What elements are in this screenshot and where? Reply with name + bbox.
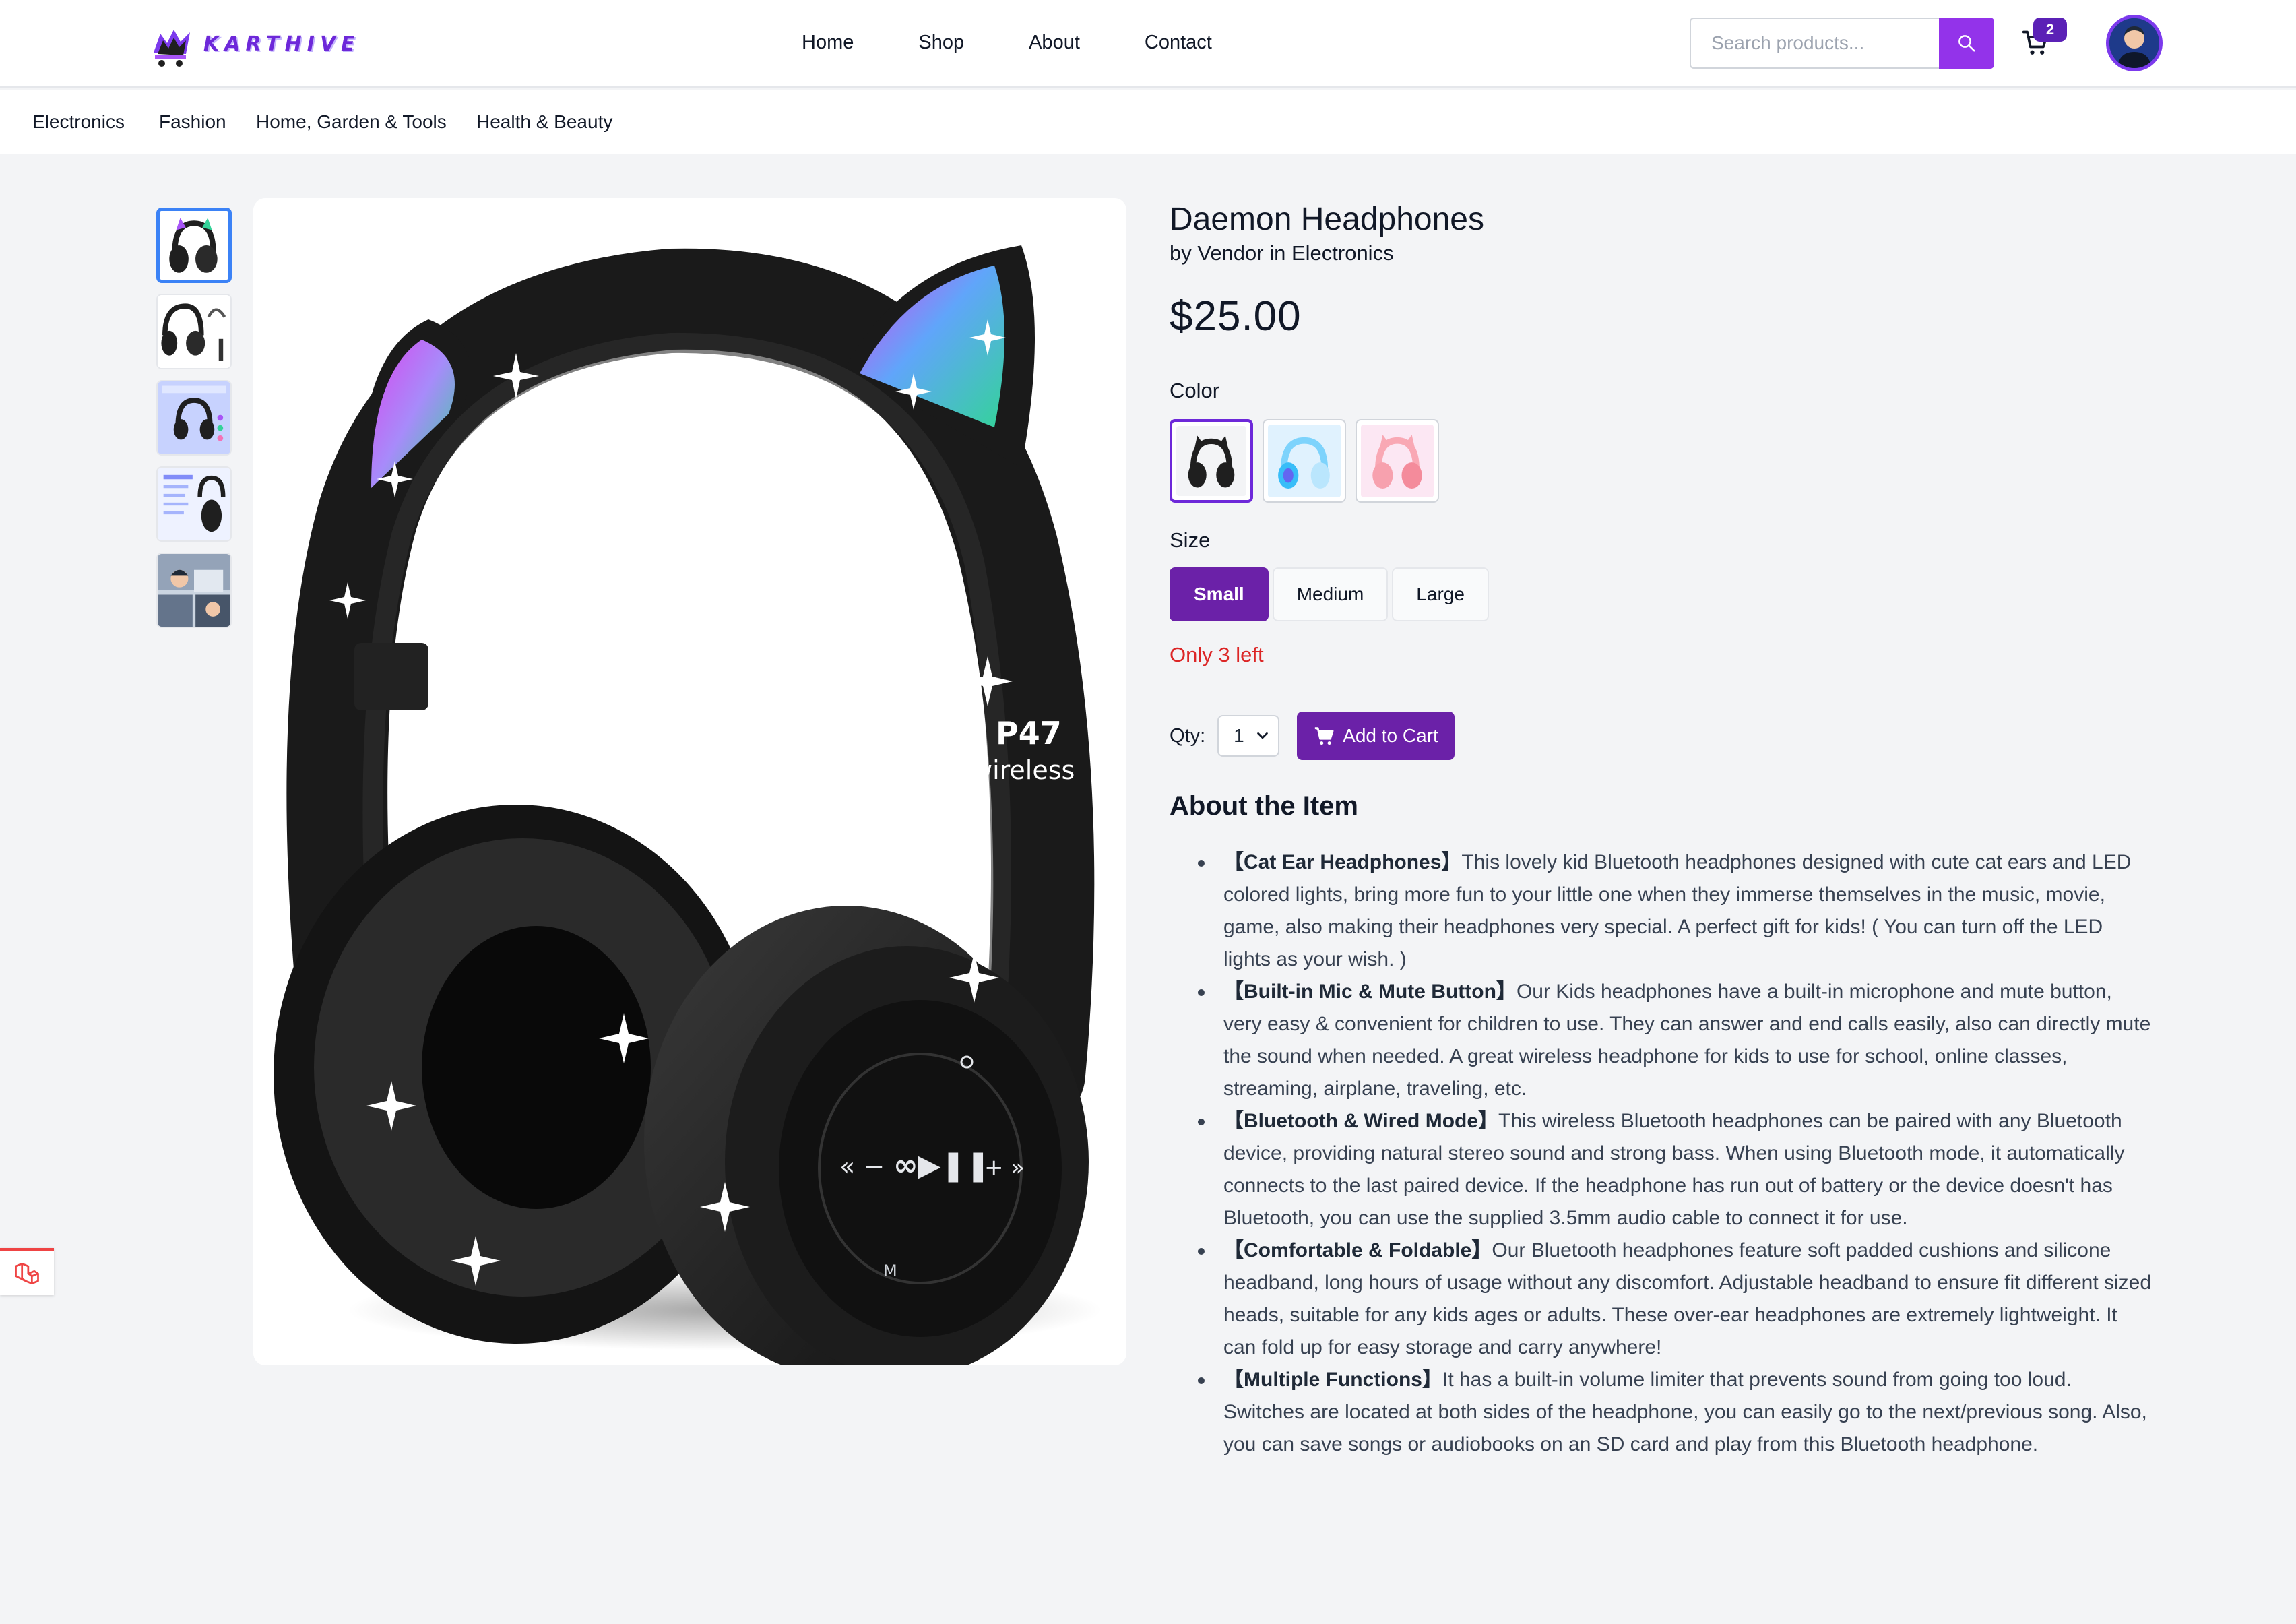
- product-title: Daemon Headphones: [1170, 201, 1484, 237]
- cart-count-badge: 2: [2033, 18, 2067, 42]
- thumbnail-1[interactable]: [156, 208, 232, 283]
- quantity-value: 1: [1234, 725, 1244, 746]
- about-item: 【Multiple Functions】It has a built-in vo…: [1198, 1364, 2153, 1461]
- about-item-heading: 【Multiple Functions】: [1223, 1369, 1442, 1391]
- quantity-select[interactable]: 1: [1217, 715, 1280, 757]
- quantity-row: Qty: 1 Add to Cart: [1170, 712, 1455, 760]
- color-swatch-pink[interactable]: [1356, 419, 1439, 503]
- size-large-button[interactable]: Large: [1392, 567, 1489, 621]
- search-icon: [1958, 35, 1975, 52]
- add-to-cart-label: Add to Cart: [1343, 725, 1438, 746]
- size-medium-button[interactable]: Medium: [1272, 567, 1389, 621]
- category-bar: Electronics Fashion Home, Garden & Tools…: [0, 90, 2296, 154]
- svg-text:+ »: + »: [984, 1154, 1025, 1181]
- stock-status: Only 3 left: [1170, 643, 1264, 666]
- svg-text:M: M: [883, 1261, 897, 1280]
- color-swatch-blue[interactable]: [1263, 419, 1346, 503]
- thumbnail-image: [158, 381, 230, 454]
- thumbnail-4[interactable]: [156, 466, 232, 542]
- swatch-image: [1361, 425, 1434, 497]
- user-avatar[interactable]: [2106, 15, 2163, 71]
- nav-contact[interactable]: Contact: [1145, 27, 1212, 58]
- brand-logo[interactable]: KARTHIVE: [148, 20, 360, 67]
- thumbnail-5[interactable]: [156, 553, 232, 628]
- bullet-icon: [1198, 1119, 1205, 1125]
- bullet-icon: [1198, 989, 1205, 996]
- qty-label: Qty:: [1170, 724, 1206, 747]
- thumbnail-list: [156, 208, 232, 639]
- thumbnail-image: [158, 554, 230, 627]
- search-input[interactable]: [1690, 18, 1939, 69]
- about-item-heading: 【Cat Ear Headphones】: [1223, 851, 1462, 873]
- main-nav: Home Shop About Contact: [802, 27, 1212, 58]
- headphones-illustration: « − ∞▶❚❚ + » M P47 wireless: [253, 198, 1126, 1365]
- size-options: Small Medium Large: [1170, 567, 1489, 621]
- bullet-icon: [1198, 1248, 1205, 1255]
- nav-home[interactable]: Home: [802, 27, 854, 58]
- thumbnail-image: [158, 468, 230, 540]
- product-price: $25.00: [1170, 293, 1302, 340]
- color-swatches: [1170, 419, 1439, 503]
- nav-about[interactable]: About: [1029, 27, 1080, 58]
- swatch-image: [1176, 426, 1246, 496]
- color-swatch-black[interactable]: [1170, 419, 1253, 503]
- search-bar: [1690, 18, 2033, 69]
- about-item: 【Built-in Mic & Mute Button】Our Kids hea…: [1198, 976, 2153, 1105]
- cart-button[interactable]: 2: [2021, 18, 2068, 63]
- add-to-cart-button[interactable]: Add to Cart: [1297, 712, 1455, 760]
- thumbnail-image: [158, 295, 230, 368]
- brand-name: KARTHIVE: [203, 32, 360, 56]
- thumbnail-3[interactable]: [156, 380, 232, 456]
- about-title: About the Item: [1170, 791, 1358, 821]
- category-fashion[interactable]: Fashion: [159, 90, 226, 154]
- about-item-heading: 【Bluetooth & Wired Mode】: [1223, 1110, 1499, 1132]
- logo-icon: [154, 30, 190, 67]
- size-label: Size: [1170, 528, 1211, 552]
- category-electronics[interactable]: Electronics: [32, 90, 125, 154]
- size-small-button[interactable]: Small: [1170, 567, 1269, 621]
- bullet-icon: [1198, 1377, 1205, 1384]
- about-item: 【Comfortable & Foldable】Our Bluetooth he…: [1198, 1235, 2153, 1364]
- thumbnail-image: [160, 211, 228, 280]
- svg-text:« −: « −: [839, 1152, 885, 1181]
- debug-toolbar-tab[interactable]: [0, 1248, 54, 1295]
- swatch-image: [1268, 425, 1341, 497]
- about-item: 【Bluetooth & Wired Mode】This wireless Bl…: [1198, 1105, 2153, 1235]
- chevron-down-icon: [1257, 732, 1268, 739]
- about-item-heading: 【Built-in Mic & Mute Button】: [1223, 980, 1517, 1003]
- category-home-garden-tools[interactable]: Home, Garden & Tools: [256, 90, 447, 154]
- product-main-image[interactable]: « − ∞▶❚❚ + » M P47 wireless: [253, 198, 1126, 1365]
- about-item-heading: 【Comfortable & Foldable】: [1223, 1239, 1492, 1261]
- model-subtext: wireless: [971, 755, 1075, 785]
- laravel-icon: [15, 1262, 39, 1284]
- about-list: 【Cat Ear Headphones】This lovely kid Blue…: [1198, 846, 2153, 1461]
- avatar-image: [2109, 18, 2159, 68]
- about-item: 【Cat Ear Headphones】This lovely kid Blue…: [1198, 846, 2153, 976]
- top-header: KARTHIVE Home Shop About Contact 2: [0, 0, 2296, 88]
- bullet-icon: [1198, 860, 1205, 867]
- search-button[interactable]: [1939, 18, 1994, 69]
- color-label: Color: [1170, 379, 1220, 402]
- category-health-beauty[interactable]: Health & Beauty: [476, 90, 612, 154]
- thumbnail-2[interactable]: [156, 294, 232, 369]
- model-text: P47: [996, 715, 1062, 751]
- svg-text:∞▶❚❚: ∞▶❚❚: [893, 1148, 990, 1183]
- cart-icon: [1315, 727, 1334, 745]
- product-byline: by Vendor in Electronics: [1170, 241, 1394, 265]
- nav-shop[interactable]: Shop: [918, 27, 964, 58]
